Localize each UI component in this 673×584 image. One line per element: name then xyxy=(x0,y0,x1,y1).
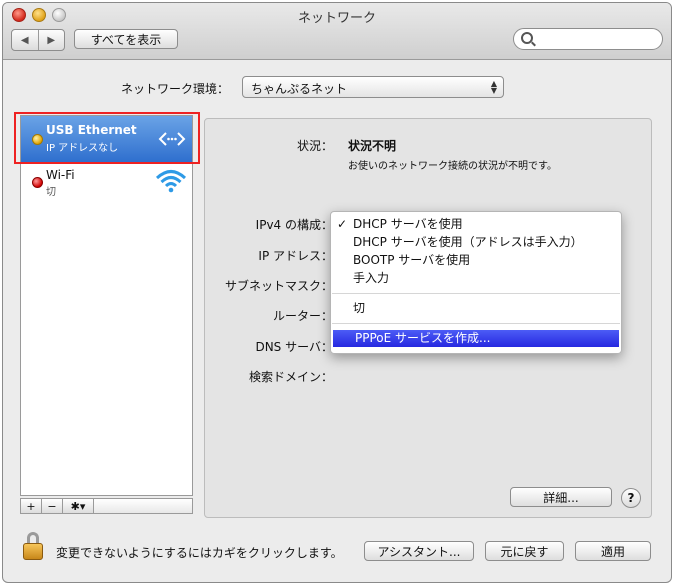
remove-service-button[interactable]: − xyxy=(41,498,63,514)
action-menu-button[interactable]: ✱▾ xyxy=(62,498,94,514)
toolbar-spacer xyxy=(93,498,193,514)
search-domain-label: 検索ドメイン： xyxy=(248,370,333,384)
apply-button[interactable]: 適用 xyxy=(575,541,651,561)
ipv4-config-menu: ✓ DHCP サーバを使用 DHCP サーバを使用（アドレスは手入力） BOOT… xyxy=(330,211,622,354)
menu-separator xyxy=(332,323,620,324)
service-item-wifi[interactable]: Wi-Fi 切 xyxy=(21,162,192,200)
advanced-button[interactable]: 詳細... xyxy=(510,487,612,507)
title-bar: ネットワーク ◀ ▶ すべてを表示 xyxy=(3,3,671,60)
ipv4-config-label: IPv4 の構成： xyxy=(255,218,333,232)
ip-address-label: IP アドレス： xyxy=(258,249,333,263)
status-dot-icon xyxy=(32,177,43,188)
status-description: お使いのネットワーク接続の状況が不明です。 xyxy=(348,161,557,172)
service-status: 切 xyxy=(46,187,56,198)
subnet-mask-label: サブネットマスク： xyxy=(224,279,333,293)
help-button[interactable]: ? xyxy=(621,488,641,508)
back-button[interactable]: ◀ xyxy=(12,30,38,50)
menu-item-label: DHCP サーバを使用 xyxy=(353,217,463,231)
menu-separator xyxy=(332,293,620,294)
search-icon xyxy=(521,32,533,44)
menu-item-off[interactable]: 切 xyxy=(331,300,621,317)
menu-item-bootp[interactable]: BOOTP サーバを使用 xyxy=(331,252,621,269)
service-list: USB Ethernet IP アドレスなし Wi-Fi 切 xyxy=(20,115,193,496)
lock-icon[interactable] xyxy=(21,532,45,562)
revert-button[interactable]: 元に戻す xyxy=(485,541,564,561)
assistant-button[interactable]: アシスタント... xyxy=(364,541,474,561)
menu-item-dhcp-manual[interactable]: DHCP サーバを使用（アドレスは手入力） xyxy=(331,234,621,251)
location-value: ちゃんぷるネット xyxy=(251,82,348,96)
checkmark-icon: ✓ xyxy=(337,217,348,231)
menu-item-dhcp[interactable]: ✓ DHCP サーバを使用 xyxy=(331,216,621,233)
search-field[interactable] xyxy=(513,28,663,50)
status-value: 状況不明 xyxy=(348,139,397,153)
service-name: Wi-Fi xyxy=(46,168,75,182)
popup-arrows-icon: ▲ ▼ xyxy=(490,79,497,95)
wifi-icon xyxy=(155,170,187,193)
location-popup[interactable]: ちゃんぷるネット ▲ ▼ xyxy=(242,76,504,98)
forward-button[interactable]: ▶ xyxy=(37,30,65,50)
menu-item-create-pppoe[interactable]: PPPoE サービスを作成... xyxy=(333,330,619,347)
show-all-button[interactable]: すべてを表示 xyxy=(74,29,178,49)
location-label: ネットワーク環境： xyxy=(121,82,230,96)
router-label: ルーター： xyxy=(272,309,333,323)
highlight-annotation-box xyxy=(14,112,200,164)
menu-item-manual[interactable]: 手入力 xyxy=(331,270,621,287)
dns-server-label: DNS サーバ： xyxy=(255,340,333,354)
add-service-button[interactable]: + xyxy=(20,498,42,514)
lock-hint-text: 変更できないようにするにはカギをクリックします。 xyxy=(56,546,343,560)
back-forward-control: ◀ ▶ xyxy=(11,29,65,51)
service-list-toolbar: + − ✱▾ xyxy=(20,498,193,514)
status-label: 状況： xyxy=(296,139,333,153)
window-title: ネットワーク xyxy=(297,11,376,26)
